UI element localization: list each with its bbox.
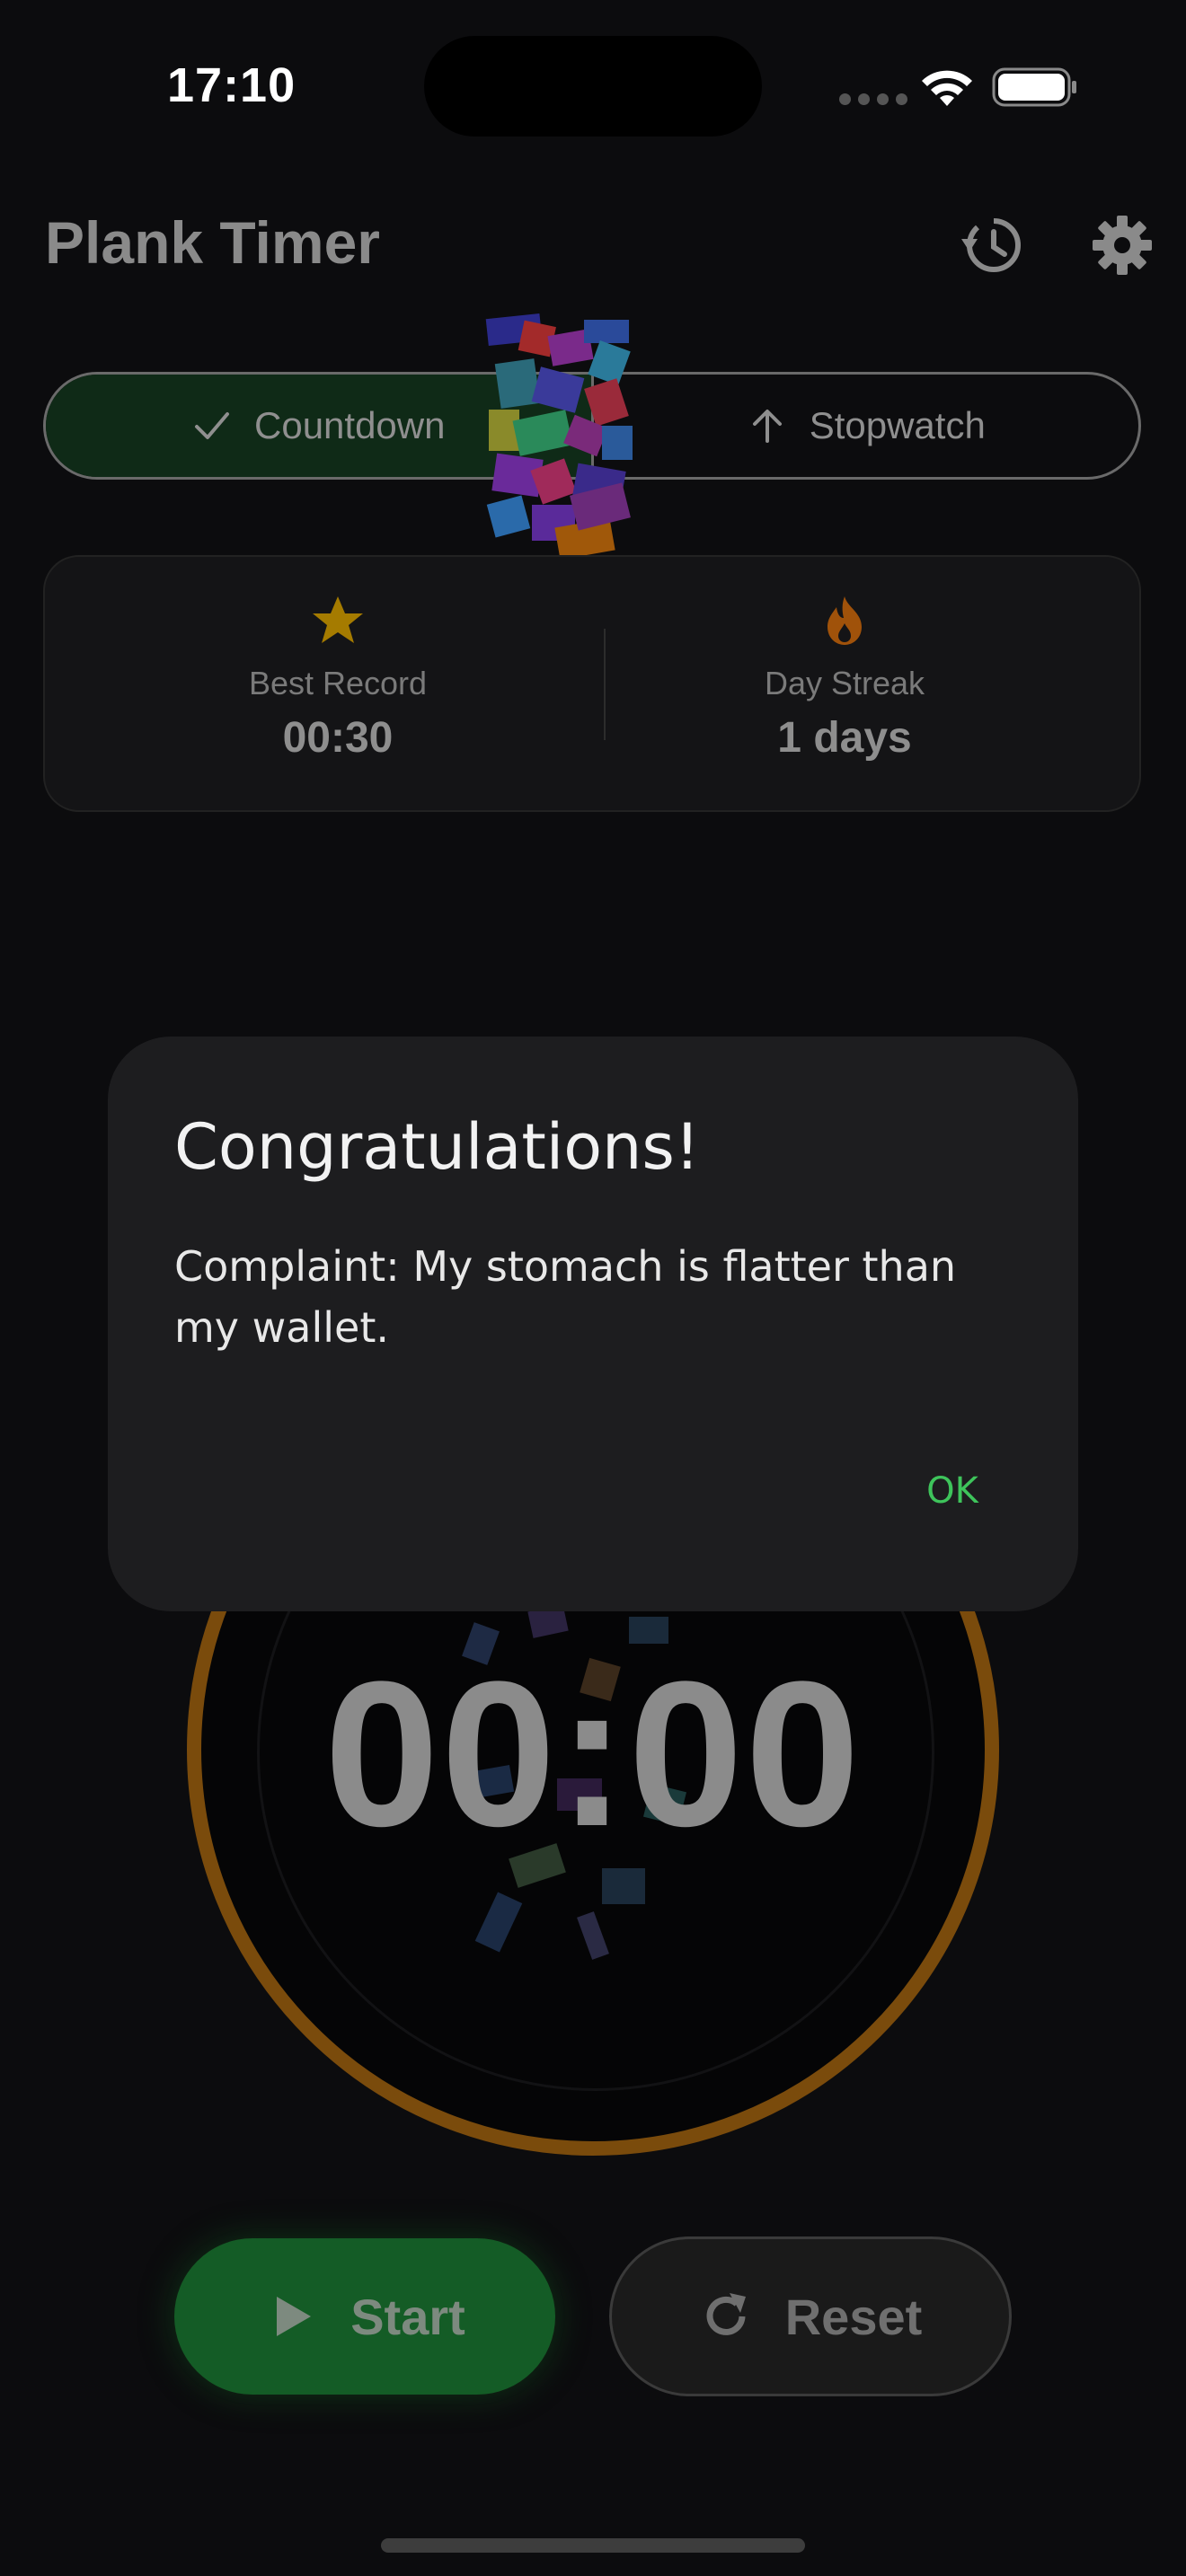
mode-stopwatch[interactable]: Stopwatch — [590, 375, 1139, 477]
best-record-label: Best Record — [248, 665, 428, 701]
arrow-up-icon — [752, 410, 782, 443]
play-icon — [277, 2297, 312, 2336]
best-record-value: 00:30 — [282, 714, 394, 762]
reset-button-label: Reset — [784, 2288, 923, 2345]
stats-card: Best Record 00:30 Day Streak 1 days — [43, 555, 1141, 812]
timer-display: 00:00 — [323, 1638, 863, 1869]
congratulations-dialog: Congratulations! Complaint: My stomach i… — [108, 1037, 1078, 1611]
app-title: Plank Timer — [45, 209, 380, 276]
mode-selector: Countdown Stopwatch — [43, 372, 1141, 480]
app-screen: 17:10 Plank Timer Countdown Stopwatch Be… — [0, 0, 1186, 2576]
start-button[interactable]: Start — [174, 2238, 555, 2395]
best-record-stat: Best Record 00:30 — [86, 557, 589, 810]
star-icon — [313, 596, 363, 643]
mode-countdown-label: Countdown — [254, 404, 446, 446]
home-indicator[interactable] — [381, 2538, 805, 2553]
mode-stopwatch-label: Stopwatch — [809, 404, 986, 446]
status-time: 17:10 — [167, 58, 296, 112]
dialog-ok-button[interactable]: OK — [898, 1455, 1006, 1527]
refresh-icon — [706, 2293, 746, 2335]
history-icon[interactable] — [958, 212, 1024, 278]
cellular-signal-icon — [839, 93, 907, 105]
wifi-icon — [922, 70, 972, 106]
day-streak-stat: Day Streak 1 days — [593, 557, 1096, 810]
reset-button[interactable]: Reset — [609, 2236, 1012, 2396]
check-icon — [195, 412, 229, 439]
dynamic-island — [424, 36, 762, 137]
flame-icon — [828, 596, 862, 645]
day-streak-label: Day Streak — [764, 665, 925, 701]
battery-icon — [992, 67, 1076, 107]
day-streak-value: 1 days — [777, 714, 912, 762]
dialog-title: Congratulations! — [174, 1110, 700, 1184]
start-button-label: Start — [350, 2288, 465, 2345]
gear-icon[interactable] — [1089, 212, 1155, 278]
mode-countdown[interactable]: Countdown — [46, 375, 591, 477]
dialog-message: Complaint: My stomach is flatter than my… — [174, 1242, 957, 1352]
